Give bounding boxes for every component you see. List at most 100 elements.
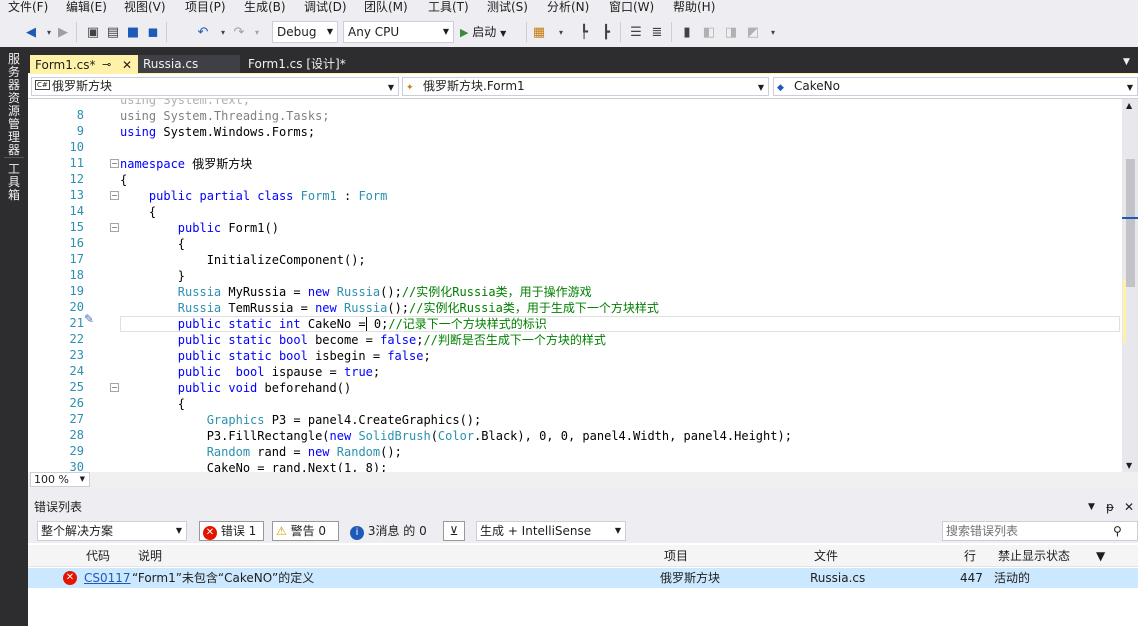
browser-link-icon[interactable]: ▦ — [530, 23, 548, 41]
scroll-down-icon[interactable]: ▼ — [1126, 461, 1132, 470]
tab-form1-design[interactable]: Form1.cs [设计]* — [243, 55, 388, 74]
next-bookmark-icon[interactable]: ◨ — [722, 23, 740, 41]
zoom-select[interactable]: 100 % ▼ — [30, 472, 90, 487]
chevron-down-icon: ▼ — [175, 526, 182, 535]
menu-team[interactable]: 团队(M) — [364, 0, 408, 17]
class-dropdown[interactable]: ✦ 俄罗斯方块.Form1 ▼ — [402, 77, 769, 96]
error-search-input[interactable]: 搜索错误列表 ⚲ — [942, 521, 1138, 541]
menu-help[interactable]: 帮助(H) — [673, 0, 715, 17]
menu-debug[interactable]: 调试(D) — [304, 0, 347, 17]
menu-file[interactable]: 文件(F) — [8, 0, 48, 17]
uncomment-icon[interactable]: ≣ — [648, 23, 666, 41]
warnings-filter-button[interactable]: ⚠ 警告 0 — [272, 521, 339, 541]
config-select[interactable]: Debug ▼ — [272, 21, 338, 43]
panel-splitter[interactable] — [28, 488, 1138, 496]
class-name: 俄罗斯方块.Form1 — [423, 79, 525, 93]
filter-icon[interactable]: ▼ — [1096, 545, 1105, 567]
menu-window[interactable]: 窗口(W) — [609, 0, 654, 17]
code-line: public static bool isbegin = false; — [177, 349, 431, 363]
code-line: { — [120, 205, 157, 219]
errors-count: 错误 1 — [220, 524, 257, 538]
redo-icon[interactable]: ↷ — [230, 23, 248, 41]
platform-select[interactable]: Any CPU ▼ — [343, 21, 454, 43]
pin-icon[interactable]: ⊸ — [102, 56, 111, 74]
code-editor: C# 俄罗斯方块 ▼ ✦ 俄罗斯方块.Form1 ▼ ◆ CakeNo ▼ 8 … — [28, 74, 1138, 488]
menu-edit[interactable]: 编辑(E) — [66, 0, 107, 17]
prev-bookmark-icon[interactable]: ◧ — [700, 23, 718, 41]
panel-title: 错误列表 — [34, 500, 83, 514]
line-number: 17 — [69, 252, 84, 266]
project-dropdown[interactable]: C# 俄罗斯方块 ▼ — [31, 77, 399, 96]
error-code-link[interactable]: CS0117 — [84, 568, 131, 588]
chevron-down-icon: ▼ — [79, 475, 85, 483]
open-file-icon[interactable]: ▤ — [104, 23, 122, 41]
menu-view[interactable]: 视图(V) — [124, 0, 166, 17]
column-suppression[interactable]: 禁止显示状态 — [998, 545, 1070, 567]
source-value: 生成 + IntelliSense — [480, 524, 592, 538]
column-file[interactable]: 文件 — [814, 545, 838, 567]
browser-dropdown-icon[interactable]: ▾ — [552, 23, 570, 41]
menu-test[interactable]: 测试(S) — [487, 0, 528, 17]
filter-button[interactable]: ⊻ — [443, 521, 465, 541]
close-icon[interactable]: ✕ — [122, 56, 132, 74]
collapse-icon[interactable]: − — [110, 223, 119, 232]
change-marker — [1123, 279, 1126, 343]
scroll-up-icon[interactable]: ▲ — [1126, 101, 1132, 110]
clear-bookmarks-icon[interactable]: ◩ — [744, 23, 762, 41]
panel-options-icon[interactable]: ▼ — [1088, 496, 1095, 518]
server-explorer-tab[interactable]: 服务器资源管理器 — [6, 53, 22, 157]
comment-icon[interactable]: ☰ — [627, 23, 645, 41]
tab-russia-cs[interactable]: Russia.cs — [138, 55, 240, 74]
forward-icon[interactable]: ▶ — [54, 23, 72, 41]
collapse-icon[interactable]: − — [110, 159, 119, 168]
member-dropdown[interactable]: ◆ CakeNo ▼ — [773, 77, 1138, 96]
toolbox-tab[interactable]: 工具箱 — [6, 163, 22, 202]
tab-form1-cs[interactable]: Form1.cs* ⊸ ✕ — [30, 55, 138, 74]
menu-build[interactable]: 生成(B) — [244, 0, 286, 17]
source-select[interactable]: 生成 + IntelliSense ▼ — [476, 521, 626, 541]
error-line: 447 — [960, 571, 983, 585]
menu-bar: 文件(F) 编辑(E) 视图(V) 项目(P) 生成(B) 调试(D) 团队(M… — [0, 0, 1138, 17]
collapse-icon[interactable]: − — [110, 383, 119, 392]
quick-actions-icon[interactable]: ✎ — [84, 312, 94, 326]
code-area[interactable]: using System.Text; using System.Threadin… — [120, 99, 1122, 473]
step-icon[interactable]: ┡ — [575, 23, 593, 41]
save-icon[interactable]: ■ — [124, 23, 142, 41]
back-icon[interactable]: ◀ — [22, 23, 40, 41]
save-all-icon[interactable]: ◼ — [144, 23, 162, 41]
column-line[interactable]: 行 — [964, 545, 976, 567]
new-project-icon[interactable]: ▣ — [84, 23, 102, 41]
pin-icon[interactable]: ᵽ — [1106, 496, 1114, 518]
tab-list-dropdown-icon[interactable]: ▼ — [1123, 57, 1130, 67]
scrollbar-thumb[interactable] — [1126, 159, 1135, 287]
line-number: 21 — [69, 316, 84, 330]
column-description[interactable]: 说明 — [138, 545, 162, 567]
collapse-icon[interactable]: − — [110, 191, 119, 200]
error-list-titlebar: 错误列表 ▼ ᵽ ✕ — [28, 496, 1138, 518]
menu-tools[interactable]: 工具(T) — [428, 0, 469, 17]
redo-dropdown-icon[interactable]: ▾ — [248, 23, 266, 41]
toolbar-options-icon[interactable]: ▾ — [764, 23, 782, 41]
undo-icon[interactable]: ↶ — [194, 23, 212, 41]
warning-icon: ⚠ — [276, 524, 287, 538]
scope-select[interactable]: 整个解决方案 ▼ — [37, 521, 187, 541]
start-button[interactable]: ▶ 启动 ▼ — [460, 21, 522, 43]
close-icon[interactable]: ✕ — [1124, 496, 1134, 518]
vertical-scrollbar[interactable]: ▲ ▼ — [1122, 99, 1138, 473]
bookmark-icon[interactable]: ▮ — [678, 23, 696, 41]
warnings-count: 警告 0 — [290, 524, 327, 538]
toolbar-separator — [671, 22, 672, 42]
line-number: 29 — [69, 444, 84, 458]
code-line: public static bool become = false;//判断是否… — [177, 333, 606, 347]
column-project[interactable]: 项目 — [664, 545, 688, 567]
error-row[interactable]: ✕ CS0117 “Form1”未包含“CakeNO”的定义 俄罗斯方块 Rus… — [28, 568, 1138, 588]
errors-filter-button[interactable]: ✕ 错误 1 — [199, 521, 264, 541]
menu-project[interactable]: 项目(P) — [185, 0, 226, 17]
scroll-position-marker — [1122, 217, 1138, 219]
toolbar: ◀ ▾ ▶ ▣ ▤ ■ ◼ ↶ ▾ ↷ ▾ Debug ▼ Any CPU ▼ … — [0, 17, 1138, 47]
code-line: public bool ispause = true; — [177, 365, 381, 379]
menu-analyze[interactable]: 分析(N) — [547, 0, 589, 17]
messages-filter-button[interactable]: i 3消息 的 0 — [346, 521, 434, 541]
column-code[interactable]: 代码 — [86, 545, 110, 567]
step-over-icon[interactable]: ┣ — [597, 23, 615, 41]
